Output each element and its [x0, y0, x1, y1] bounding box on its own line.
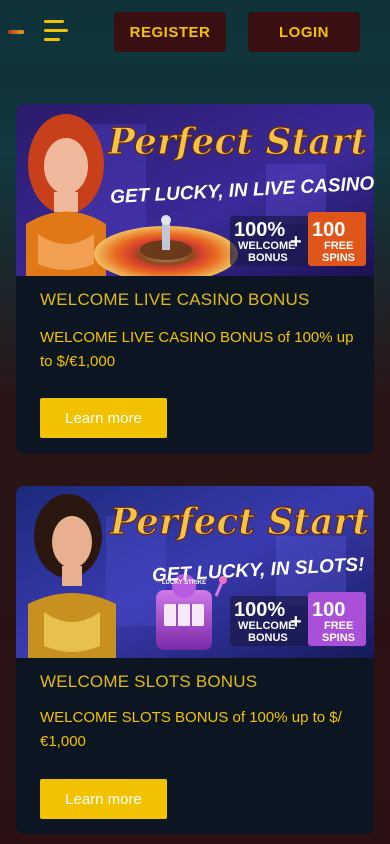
banner-bonus-percent: 100%: [234, 219, 285, 241]
register-button[interactable]: REGISTER: [114, 12, 226, 52]
learn-more-button[interactable]: Learn more: [40, 398, 167, 438]
banner-title: Perfect Start: [109, 501, 369, 543]
learn-more-button[interactable]: Learn more: [40, 779, 167, 819]
svg-text:SPINS: SPINS: [322, 252, 355, 264]
promotion-title: WELCOME SLOTS BONUS: [40, 672, 258, 691]
promotion-description: WELCOME SLOTS BONUS of 100% up to $/€1,0…: [40, 709, 342, 750]
promotion-title: WELCOME LIVE CASINO BONUS: [40, 290, 310, 309]
promotion-banner-live-casino[interactable]: Perfect Start GET LUCKY, IN LIVE CASINO!…: [16, 104, 374, 276]
site-logo[interactable]: [8, 30, 24, 34]
login-button[interactable]: LOGIN: [248, 12, 360, 52]
banner-plus: +: [290, 231, 302, 253]
banner-spins-count: 100: [312, 219, 345, 241]
promotion-banner-slots[interactable]: LUCKY STRIKE Perfect Start GET LUCKY, IN…: [16, 486, 374, 658]
svg-text:WELCOME: WELCOME: [238, 240, 295, 252]
promotion-description: WELCOME LIVE CASINO BONUS of 100% up to …: [40, 329, 354, 370]
top-navigation-bar: REGISTER LOGIN: [0, 0, 390, 64]
banner-spins-count: 100: [312, 599, 345, 621]
svg-text:FREE: FREE: [324, 620, 353, 632]
svg-text:FREE: FREE: [324, 240, 353, 252]
hamburger-menu-icon[interactable]: [44, 20, 70, 42]
promotion-card-live-casino: Perfect Start GET LUCKY, IN LIVE CASINO!…: [16, 104, 374, 454]
svg-text:WELCOME: WELCOME: [238, 620, 295, 632]
banner-title: Perfect Start: [107, 121, 367, 163]
promotion-card-slots: LUCKY STRIKE Perfect Start GET LUCKY, IN…: [16, 486, 374, 834]
banner-plus: +: [290, 611, 302, 633]
svg-text:BONUS: BONUS: [248, 632, 288, 644]
svg-text:SPINS: SPINS: [322, 632, 355, 644]
banner-bonus-percent: 100%: [234, 599, 285, 621]
svg-text:BONUS: BONUS: [248, 252, 288, 264]
